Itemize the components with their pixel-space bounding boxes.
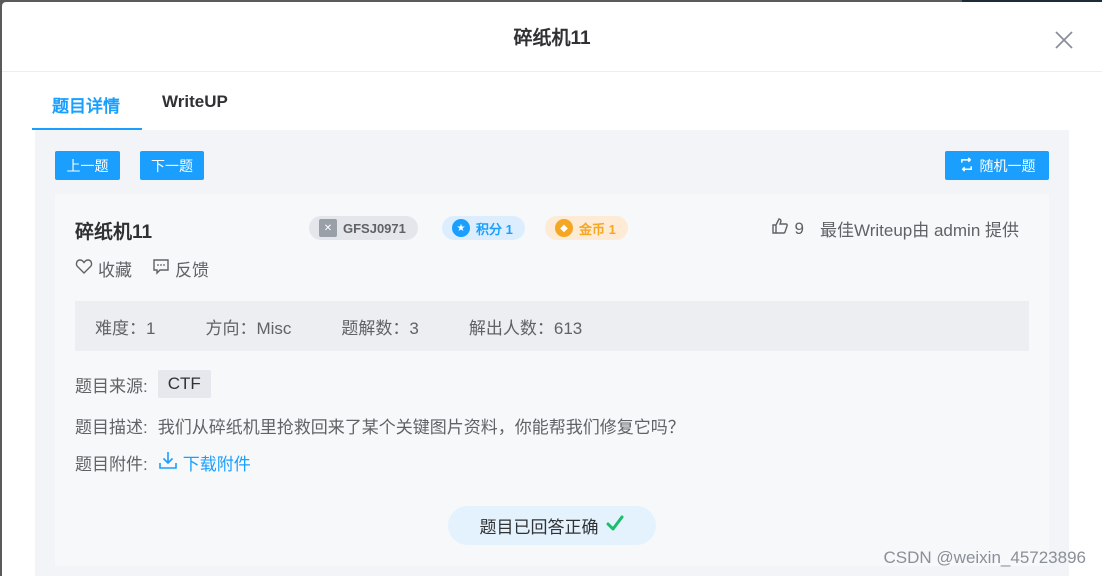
tab-details[interactable]: 题目详情 xyxy=(52,92,120,117)
answered-status: 题目已回答正确 xyxy=(448,506,656,545)
thumbs-up-icon[interactable] xyxy=(771,217,789,240)
description-text: 我们从碎纸机里抢救回来了某个关键图片资料，你能帮我们修复它吗？ xyxy=(157,418,685,437)
download-attachment-link[interactable]: 下载附件 xyxy=(158,450,251,475)
likes-area: 9 最佳Writeup由 admin 提供 xyxy=(771,216,1019,241)
coin-icon: ◆ xyxy=(555,219,573,237)
tab-writeup[interactable]: WriteUP xyxy=(162,92,228,112)
close-icon[interactable] xyxy=(1054,30,1074,50)
star-icon: ★ xyxy=(452,219,470,237)
stat-difficulty: 难度：1 xyxy=(95,318,156,338)
heart-icon xyxy=(75,257,93,280)
feedback-button[interactable]: 反馈 xyxy=(152,256,209,281)
watermark: CSDN @weixin_45723896 xyxy=(883,548,1086,567)
attachment-row: 题目附件: 下载附件 xyxy=(75,450,251,475)
download-link-label: 下载附件 xyxy=(182,455,251,474)
source-label: 题目来源: xyxy=(75,376,148,396)
action-row: 收藏 反馈 xyxy=(75,256,209,281)
shuffle-icon xyxy=(959,156,974,175)
attachment-label: 题目附件: xyxy=(75,455,148,474)
coin-value: 金币 1 xyxy=(579,221,616,237)
description-label: 题目描述: xyxy=(75,418,148,437)
random-button[interactable]: 随机一题 xyxy=(945,151,1049,180)
stat-direction: 方向：Misc xyxy=(205,318,292,338)
score-tag: ★ 积分 1 xyxy=(442,216,525,240)
favorite-button[interactable]: 收藏 xyxy=(75,256,132,281)
challenge-panel: 上一题 下一题 随机一题 碎纸机11 ✕ GFSJ0971 ★ 积分 1 ◆ 金… xyxy=(35,130,1069,576)
challenge-modal: 碎纸机11 题目详情 WriteUP 上一题 下一题 随机一题 碎纸机11 ✕ … xyxy=(2,2,1102,576)
stats-bar: 难度：1 方向：Misc 题解数：3 解出人数：613 xyxy=(75,301,1029,351)
description-row: 题目描述: 我们从碎纸机里抢救回来了某个关键图片资料，你能帮我们修复它吗？ xyxy=(75,413,685,438)
source-value: CTF xyxy=(157,370,211,398)
stat-solvers: 解出人数：613 xyxy=(468,318,583,338)
challenge-card: 碎纸机11 ✕ GFSJ0971 ★ 积分 1 ◆ 金币 1 9 最佳Write… xyxy=(55,194,1049,566)
feedback-label: 反馈 xyxy=(175,261,209,280)
random-button-label: 随机一题 xyxy=(979,157,1036,174)
puzzle-icon: ✕ xyxy=(319,219,337,237)
favorite-label: 收藏 xyxy=(98,261,132,280)
challenge-title: 碎纸机11 xyxy=(75,222,153,243)
writeup-credit: 最佳Writeup由 admin 提供 xyxy=(819,221,1019,240)
challenge-id: GFSJ0971 xyxy=(343,220,406,236)
score-value: 积分 1 xyxy=(476,221,513,237)
checkmark-icon xyxy=(605,513,625,538)
coin-tag: ◆ 金币 1 xyxy=(545,216,628,240)
stat-solutions: 题解数：3 xyxy=(341,318,419,338)
download-icon xyxy=(158,450,178,475)
prev-button[interactable]: 上一题 xyxy=(55,151,120,180)
challenge-id-tag: ✕ GFSJ0971 xyxy=(309,216,418,240)
feedback-icon xyxy=(152,257,170,280)
modal-header: 碎纸机11 xyxy=(2,2,1102,72)
modal-title: 碎纸机11 xyxy=(513,28,591,49)
likes-count: 9 xyxy=(794,218,804,238)
next-button[interactable]: 下一题 xyxy=(140,151,204,180)
answered-label: 题目已回答正确 xyxy=(479,518,599,537)
source-row: 题目来源: CTF xyxy=(75,370,211,398)
tab-bar: 题目详情 WriteUP xyxy=(32,72,1102,130)
